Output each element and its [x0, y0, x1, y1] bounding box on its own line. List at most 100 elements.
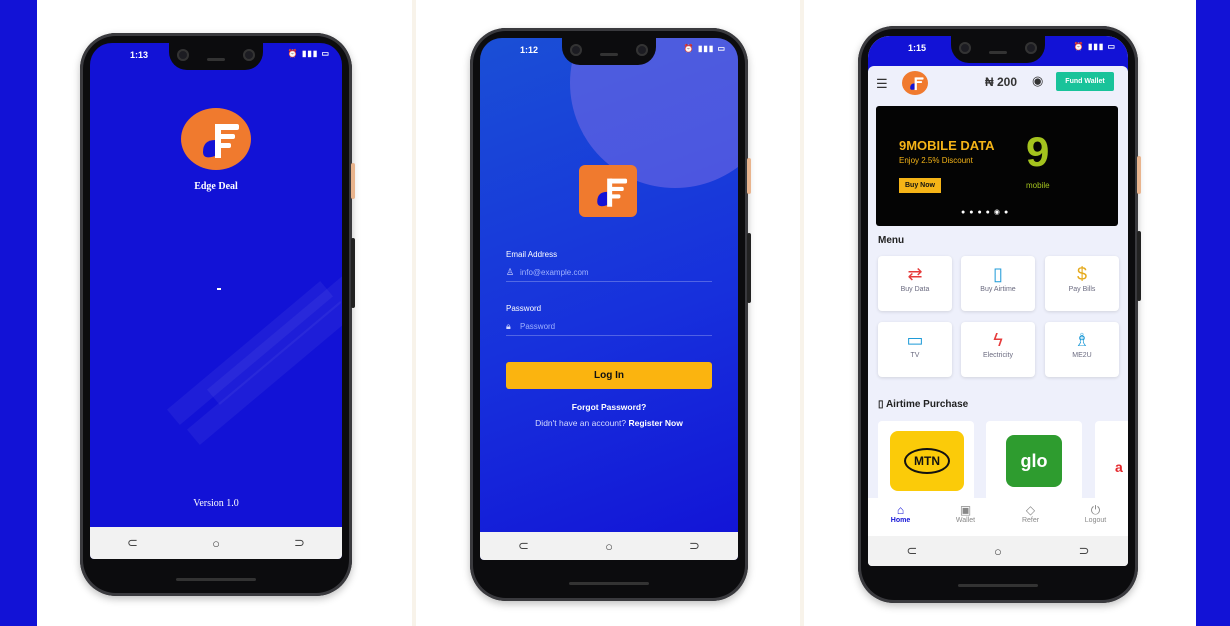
- menu-pay-bills[interactable]: $ Pay Bills: [1045, 256, 1119, 311]
- network-airtel-partial[interactable]: a: [1095, 421, 1128, 501]
- nav-label: Logout: [1084, 517, 1107, 524]
- email-label: Email Address: [506, 250, 558, 259]
- power-icon: ⏻: [1090, 503, 1101, 517]
- recents-icon[interactable]: ⊂: [518, 538, 529, 554]
- wallet-balance: ₦ 200: [985, 75, 1018, 89]
- version-label: Version 1.0: [193, 498, 239, 509]
- status-time: 1:13: [130, 50, 149, 60]
- loading-spinner: [217, 288, 221, 290]
- menu-label: Buy Airtime: [980, 286, 1016, 293]
- power-button: [351, 163, 355, 199]
- home-circle-icon[interactable]: ○: [212, 536, 220, 551]
- nav-home[interactable]: ⌂ Home: [876, 498, 926, 536]
- carousel-dots[interactable]: ●●●●◉●: [961, 208, 1012, 216]
- logo-mark-icon: [910, 77, 924, 91]
- android-nav-bar: ⊂ ○ ⊃: [868, 536, 1128, 566]
- banner-buy-now[interactable]: Buy Now: [899, 178, 941, 193]
- login-button[interactable]: Log In: [506, 362, 712, 389]
- divider: [412, 0, 416, 626]
- speaker: [600, 53, 618, 56]
- menu-buy-airtime[interactable]: ▯ Buy Airtime: [961, 256, 1035, 311]
- android-nav-bar: ⊂ ○ ⊃: [480, 532, 738, 560]
- diamond-icon: ◇: [1025, 503, 1036, 517]
- notch: [951, 36, 1045, 63]
- right-blue-edge: [1196, 0, 1230, 626]
- banner-title: 9MOBILE DATA: [899, 138, 995, 153]
- menu-title: Menu: [878, 235, 905, 246]
- back-icon[interactable]: ⊃: [294, 535, 305, 551]
- register-link[interactable]: Register Now: [628, 418, 682, 428]
- recents-icon[interactable]: ⊂: [127, 535, 138, 551]
- home-circle-icon[interactable]: ○: [605, 539, 613, 554]
- menu-label: Buy Data: [900, 286, 930, 293]
- password-field[interactable]: 🔒︎ Password: [506, 318, 712, 336]
- status-icons: ⏰ ▮▮▮ ▭: [1073, 42, 1116, 51]
- home-screen: 1:15 ⏰ ▮▮▮ ▭ ☰ ₦ 200 ◉ Fund Wallet 9MOBI…: [868, 36, 1128, 566]
- mtn-logo-bg: MTN: [890, 431, 964, 491]
- home-phone: 1:15 ⏰ ▮▮▮ ▭ ☰ ₦ 200 ◉ Fund Wallet 9MOBI…: [858, 26, 1141, 603]
- network-mtn[interactable]: MTN: [878, 421, 974, 501]
- nav-logout[interactable]: ⏻ Logout: [1071, 498, 1121, 536]
- password-label: Password: [506, 304, 542, 313]
- phone-icon: ▯: [993, 264, 1003, 284]
- forgot-password-link[interactable]: Forgot Password?: [480, 402, 738, 412]
- menu-buy-data[interactable]: ⇄ Buy Data: [878, 256, 952, 311]
- recents-icon[interactable]: ⊂: [906, 543, 917, 559]
- register-prompt: Didn't have an account?: [535, 418, 627, 428]
- status-time: 1:12: [520, 45, 539, 55]
- app-logo: [902, 71, 928, 95]
- volume-button: [747, 233, 751, 303]
- menu-me2u[interactable]: ♗ ME2U: [1045, 322, 1119, 377]
- bottom-nav: ⌂ Home ▣ Wallet ◇ Refer ⏻ Logout: [868, 498, 1128, 536]
- left-blue-edge: [0, 0, 37, 626]
- speaker: [207, 58, 225, 61]
- status-icons: ⏰ ▮▮▮ ▭: [287, 49, 330, 58]
- camera-icon: [636, 44, 648, 56]
- notch: [562, 38, 656, 65]
- 9mobile-logo-icon: 9: [1026, 128, 1050, 175]
- bills-icon: $: [1076, 264, 1087, 284]
- banner-subtitle: Enjoy 2.5% Discount: [899, 156, 973, 165]
- app-bar: ☰ ₦ 200 ◉ Fund Wallet: [868, 66, 1128, 104]
- back-icon[interactable]: ⊃: [689, 538, 700, 554]
- splash-phone: 1:13 ⏰ ▮▮▮ ▭ Edge Deal Version 1.0 ⊂ ○ ⊃: [80, 33, 355, 596]
- airtime-section: ▯ Airtime Purchase: [878, 399, 968, 410]
- menu-label: TV: [910, 352, 920, 359]
- network-glo[interactable]: glo: [986, 421, 1082, 501]
- power-button: [1137, 156, 1141, 194]
- app-logo: [181, 108, 251, 170]
- status-icons: ⏰ ▮▮▮ ▭: [683, 44, 726, 53]
- splash-screen: 1:13 ⏰ ▮▮▮ ▭ Edge Deal Version 1.0 ⊂ ○ ⊃: [90, 43, 342, 559]
- login-phone: 1:12 ⏰ ▮▮▮ ▭ Email Address ♙ info@exampl…: [470, 28, 751, 601]
- promo-banner[interactable]: 9MOBILE DATA Enjoy 2.5% Discount Buy Now…: [876, 106, 1118, 226]
- email-placeholder: info@example.com: [520, 268, 589, 277]
- me2u-icon: ♗: [1073, 330, 1091, 350]
- status-time: 1:15: [908, 43, 927, 53]
- menu-label: ME2U: [1072, 352, 1092, 359]
- power-button: [747, 158, 751, 194]
- mtn-logo: MTN: [904, 448, 950, 474]
- tv-icon: ▭: [906, 330, 924, 350]
- home-indicator: [958, 584, 1038, 587]
- notch: [169, 43, 263, 70]
- menu-electricity[interactable]: ϟ Electricity: [961, 322, 1035, 377]
- back-icon[interactable]: ⊃: [1079, 543, 1090, 559]
- hamburger-menu-icon[interactable]: ☰: [876, 76, 888, 92]
- nav-wallet[interactable]: ▣ Wallet: [941, 498, 991, 536]
- nav-refer[interactable]: ◇ Refer: [1006, 498, 1056, 536]
- camera-icon: [243, 49, 255, 61]
- menu-tv[interactable]: ▭ TV: [878, 322, 952, 377]
- nav-label: Refer: [1021, 517, 1040, 524]
- lock-icon: 🔒︎: [506, 321, 511, 331]
- camera-icon: [1025, 42, 1037, 54]
- swap-arrows-icon: ⇄: [907, 264, 923, 284]
- camera-icon: [959, 42, 971, 54]
- home-icon: ⌂: [896, 503, 905, 517]
- volume-button: [351, 238, 355, 308]
- home-circle-icon[interactable]: ○: [994, 544, 1002, 559]
- home-indicator: [569, 582, 649, 585]
- fund-wallet-button[interactable]: Fund Wallet: [1056, 72, 1114, 91]
- menu-label: Pay Bills: [1068, 286, 1096, 293]
- eye-icon[interactable]: ◉: [1032, 73, 1043, 89]
- email-field[interactable]: ♙ info@example.com: [506, 264, 712, 282]
